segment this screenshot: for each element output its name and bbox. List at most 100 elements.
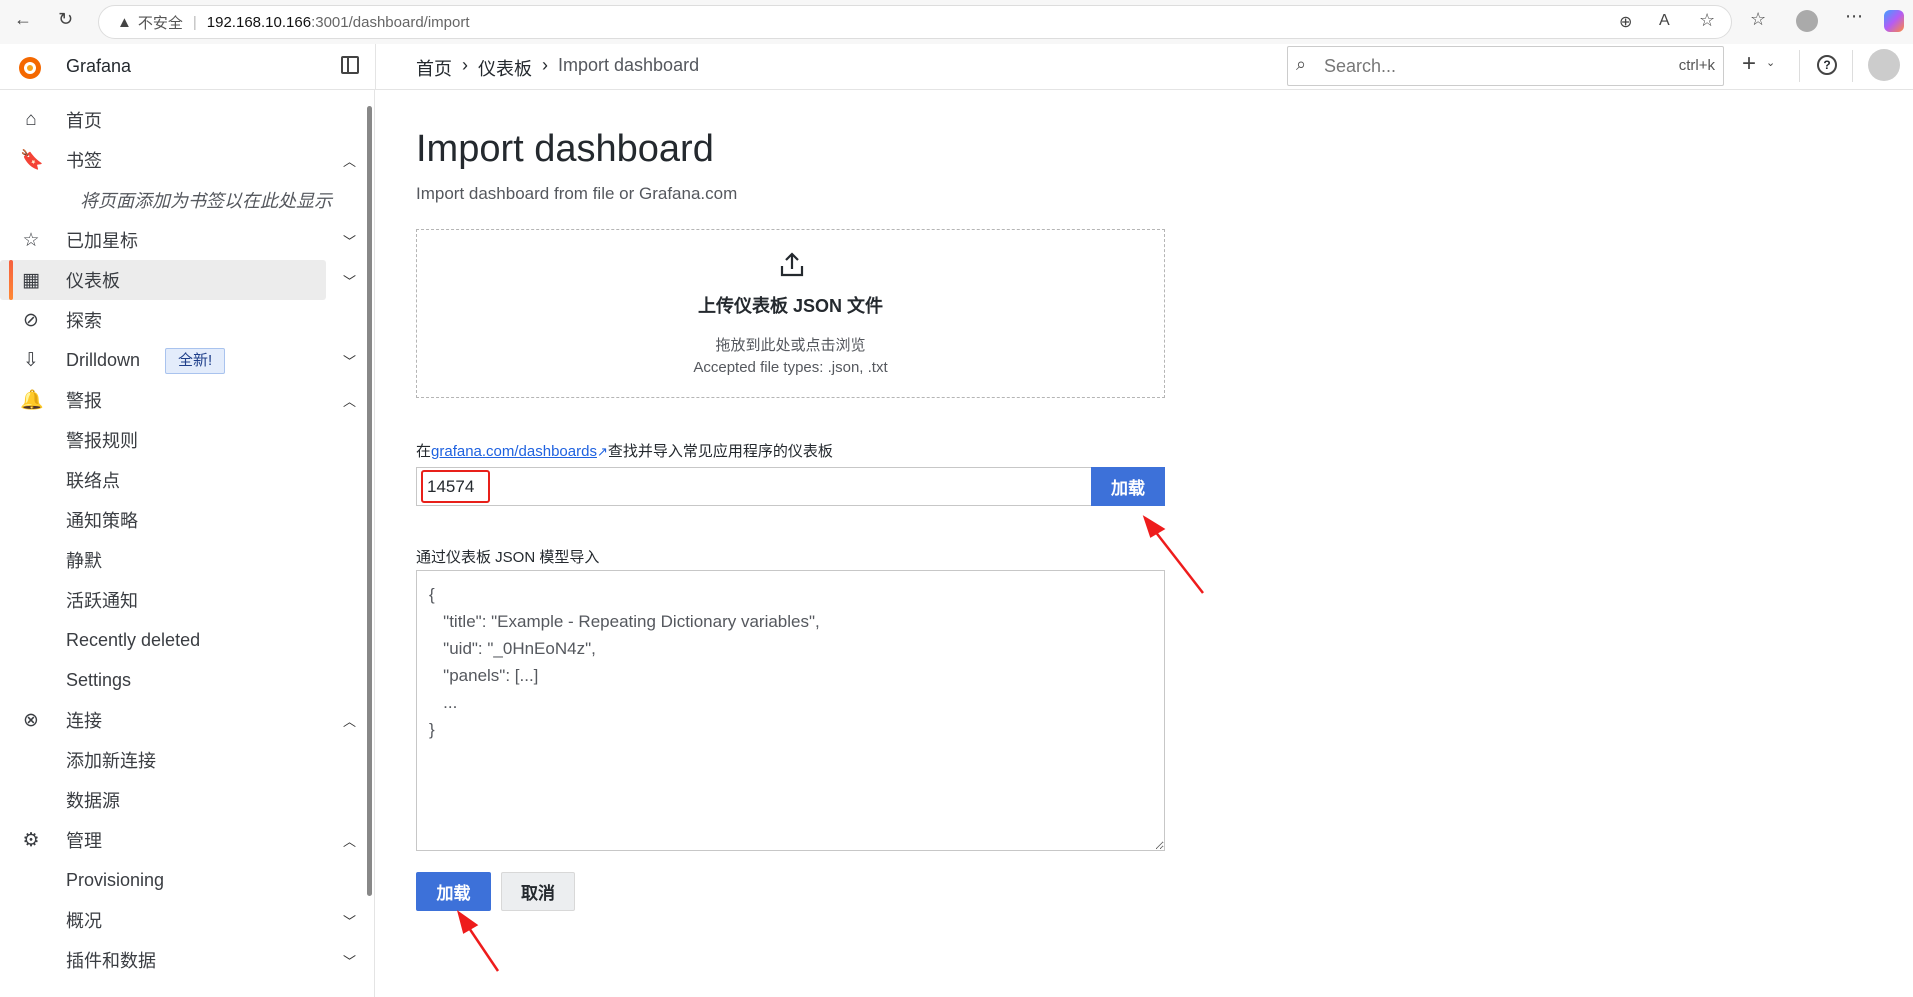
json-label: 通过仪表板 JSON 模型导入 bbox=[416, 549, 600, 566]
help-icon[interactable]: ? bbox=[1817, 55, 1837, 75]
dock-menu-icon[interactable] bbox=[341, 56, 359, 74]
sidebar-item[interactable]: 🔖 书签 ︿ bbox=[0, 140, 370, 180]
sidebar-item[interactable]: ⌂ 首页 bbox=[0, 100, 370, 140]
apps-icon: ▦ bbox=[22, 269, 40, 291]
read-aloud-icon[interactable]: A bbox=[1659, 12, 1670, 30]
highlight-box bbox=[421, 470, 490, 503]
chevron-up-icon[interactable]: ︿ bbox=[343, 151, 356, 170]
sidebar-item[interactable]: 通知策略 bbox=[0, 500, 370, 540]
chevron-up-icon[interactable]: ︿ bbox=[343, 391, 356, 410]
search-input[interactable]: ⌕ Search... ctrl+k bbox=[1287, 46, 1724, 86]
security-label: 不安全 bbox=[137, 14, 183, 32]
sidebar-item[interactable]: ⚙ 管理 ︿ bbox=[0, 820, 370, 860]
grafana-dashboards-link[interactable]: grafana.com/dashboards bbox=[431, 443, 597, 460]
sidebar-item[interactable]: 联络点 bbox=[0, 460, 370, 500]
json-model-textarea[interactable] bbox=[416, 570, 1165, 851]
page-subtitle: Import dashboard from file or Grafana.co… bbox=[416, 184, 738, 203]
favorites-icon[interactable]: ☆ bbox=[1750, 9, 1766, 30]
bookmark-icon: 🔖 bbox=[20, 150, 44, 171]
sidebar-item-label: 警报规则 bbox=[66, 431, 138, 451]
sidebar-item[interactable]: 添加新连接 bbox=[0, 740, 370, 780]
sidebar-item[interactable]: ⇩ Drilldown 全新! ﹀ bbox=[0, 340, 370, 380]
sidebar-scrollbar[interactable] bbox=[367, 106, 372, 896]
sidebar-item-label: 插件和数据 bbox=[66, 951, 156, 971]
chevron-down-icon[interactable]: ﹀ bbox=[343, 351, 356, 370]
page-title: Import dashboard bbox=[416, 128, 714, 170]
chevron-down-icon[interactable]: ﹀ bbox=[343, 911, 356, 930]
chevron-up-icon[interactable]: ︿ bbox=[343, 831, 356, 850]
breadcrumb-home[interactable]: 首页 bbox=[416, 55, 452, 81]
search-icon: ⌕ bbox=[1296, 54, 1307, 74]
back-icon[interactable]: ← bbox=[14, 9, 32, 30]
cancel-button[interactable]: 取消 bbox=[501, 872, 575, 911]
profile-icon[interactable] bbox=[1796, 10, 1818, 32]
sidebar-item[interactable]: 🔔 警报 ︿ bbox=[0, 380, 370, 420]
new-badge: 全新! bbox=[165, 348, 226, 374]
sidebar-item-label: 探索 bbox=[66, 311, 102, 331]
gcom-prefix: 在 bbox=[416, 443, 432, 460]
chevron-down-icon[interactable]: ﹀ bbox=[343, 951, 356, 970]
gear-icon: ⚙ bbox=[22, 829, 40, 851]
sidebar-item-label: Settings bbox=[66, 669, 132, 690]
sidebar-item-label: 通知策略 bbox=[66, 511, 138, 531]
sidebar-item-label: 数据源 bbox=[66, 791, 120, 811]
dashboard-id-input[interactable] bbox=[416, 467, 1092, 506]
more-icon[interactable]: ⋯ bbox=[1845, 6, 1863, 27]
sidebar-item[interactable]: ▦ 仪表板 ﹀ bbox=[0, 260, 356, 300]
sidebar-item[interactable]: ⊗ 连接 ︿ bbox=[0, 700, 370, 740]
url-host: 192.168.10.166 bbox=[206, 13, 312, 31]
sidebar-item[interactable]: Settings bbox=[0, 660, 370, 700]
url-path: :3001/dashboard/import bbox=[311, 13, 470, 31]
sidebar-item[interactable]: 活跃通知 bbox=[0, 580, 370, 620]
sidebar-item[interactable]: 插件和数据 ﹀ bbox=[0, 940, 370, 980]
sidebar-item[interactable]: 静默 bbox=[0, 540, 370, 580]
warning-icon: ▲ bbox=[117, 13, 132, 31]
sidebar-item-label: 连接 bbox=[66, 711, 102, 731]
home-icon: ⌂ bbox=[25, 109, 37, 130]
active-indicator bbox=[9, 260, 13, 300]
breadcrumb-separator: › bbox=[542, 55, 548, 75]
grafana-logo-icon[interactable] bbox=[16, 52, 44, 82]
sidebar-item[interactable]: 警报规则 bbox=[0, 420, 370, 460]
sidebar-item[interactable]: Recently deleted bbox=[0, 620, 370, 660]
upload-icon bbox=[780, 252, 804, 277]
breadcrumb-current: Import dashboard bbox=[558, 55, 700, 75]
breadcrumb-dashboards[interactable]: 仪表板 bbox=[478, 55, 532, 81]
chevron-down-icon[interactable]: ﹀ bbox=[343, 231, 356, 250]
file-dropzone[interactable]: 上传仪表板 JSON 文件 拖放到此处或点击浏览 Accepted file t… bbox=[416, 229, 1165, 398]
reload-icon[interactable]: ↻ bbox=[58, 9, 73, 30]
search-placeholder: Search... bbox=[1324, 56, 1397, 76]
accepted-types: Accepted file types: .json, .txt bbox=[693, 359, 888, 376]
user-avatar[interactable] bbox=[1868, 49, 1900, 81]
arrow-head bbox=[1142, 515, 1166, 538]
sidebar-item[interactable]: 数据源 bbox=[0, 780, 370, 820]
sidebar-item[interactable]: Provisioning bbox=[0, 860, 370, 900]
load-id-button[interactable]: 加载 bbox=[1091, 467, 1165, 506]
sidebar-item[interactable]: 概况 ﹀ bbox=[0, 900, 370, 940]
sidebar-item-label: Recently deleted bbox=[66, 629, 201, 650]
sidebar-item-label: 书签 bbox=[66, 151, 102, 171]
upload-hint: 拖放到此处或点击浏览 bbox=[715, 337, 866, 354]
chevron-up-icon[interactable]: ︿ bbox=[343, 711, 356, 730]
sidebar-item-label: 概况 bbox=[66, 911, 102, 931]
load-button[interactable]: 加载 bbox=[416, 872, 491, 911]
grafana-header: Grafana 首页 › 仪表板 › Import dashboard ⌕ Sear… bbox=[0, 44, 1913, 90]
copilot-icon[interactable] bbox=[1884, 10, 1904, 32]
compass-icon: ⊘ bbox=[23, 309, 39, 331]
divider: | bbox=[192, 13, 197, 31]
chevron-down-icon[interactable]: ⌄ bbox=[1766, 56, 1775, 69]
sidebar-item-label: 活跃通知 bbox=[66, 591, 138, 611]
app-name[interactable]: Grafana bbox=[66, 56, 131, 77]
external-link-icon[interactable]: ↗ bbox=[597, 444, 608, 459]
new-plus-icon[interactable]: + bbox=[1742, 50, 1756, 78]
breadcrumb-separator: › bbox=[462, 55, 468, 75]
upload-title: 上传仪表板 JSON 文件 bbox=[697, 296, 884, 316]
sidebar-item[interactable]: ☆ 已加星标 ﹀ bbox=[0, 220, 370, 260]
address-bar[interactable]: ▲ 不安全 | 192.168.10.166:3001/dashboard/im… bbox=[98, 5, 1732, 39]
chevron-down-icon[interactable]: ﹀ bbox=[343, 271, 356, 290]
star-icon: ☆ bbox=[22, 229, 40, 251]
favorite-star-icon[interactable]: ☆ bbox=[1699, 10, 1715, 31]
zoom-icon[interactable]: ⊕ bbox=[1619, 12, 1632, 32]
sidebar-item-label: 联络点 bbox=[66, 471, 120, 491]
sidebar-item[interactable]: ⊘ 探索 bbox=[0, 300, 370, 340]
